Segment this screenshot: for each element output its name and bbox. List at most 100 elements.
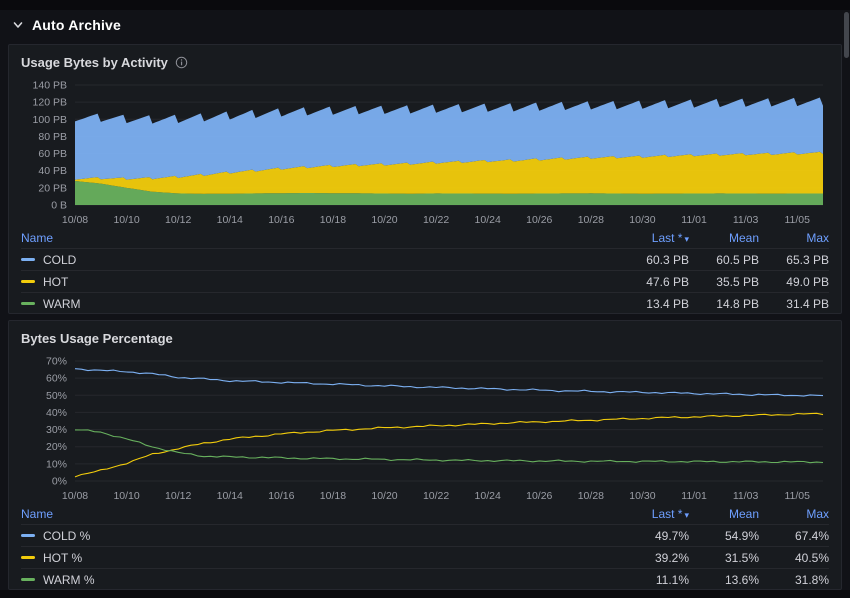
panel-bytes-usage-percentage: Bytes Usage Percentage 0% 10% 20% 30% 40% 50%… bbox=[8, 320, 842, 590]
y-axis-tick-label: 50% bbox=[46, 390, 67, 402]
y-axis-tick-label: 0 B bbox=[51, 200, 67, 212]
last-value: 47.6 PB bbox=[646, 274, 689, 289]
column-header-last-sorted[interactable]: Last * ▾ bbox=[597, 507, 689, 521]
line-series-cold- bbox=[74, 368, 824, 397]
last-value: 49.7% bbox=[654, 528, 689, 543]
legend-row-warm[interactable]: WARM 13.4 PB 14.8 PB 31.4 PB bbox=[21, 292, 829, 314]
x-axis-tick-label: 10/18 bbox=[320, 214, 346, 226]
mean-value: 60.5 PB bbox=[716, 252, 759, 267]
column-header-name[interactable]: Name bbox=[21, 507, 597, 521]
panel-title[interactable]: Bytes Usage Percentage bbox=[21, 331, 173, 346]
mean-value: 54.9% bbox=[724, 528, 759, 543]
column-header-mean[interactable]: Mean bbox=[689, 507, 759, 521]
x-axis-tick-label: 10/14 bbox=[217, 214, 243, 226]
chevron-down-icon bbox=[13, 22, 23, 28]
series-name-cell: HOT bbox=[21, 275, 597, 289]
top-letterbox bbox=[0, 0, 850, 10]
panel-title[interactable]: Usage Bytes by Activity bbox=[21, 55, 168, 70]
series-color-marker bbox=[21, 578, 35, 581]
x-axis-tick-label: 10/18 bbox=[320, 490, 346, 502]
y-axis-tick-label: 140 PB bbox=[33, 80, 67, 92]
legend-row-hot-[interactable]: HOT % 39.2% 31.5% 40.5% bbox=[21, 546, 829, 568]
section-header-auto-archive[interactable]: Auto Archive bbox=[12, 12, 121, 38]
y-axis-tick-label: 60% bbox=[46, 373, 67, 385]
x-axis-tick-label: 10/28 bbox=[578, 490, 604, 502]
last-value: 39.2% bbox=[654, 550, 689, 565]
panel-header: Usage Bytes by Activity bbox=[21, 45, 829, 77]
max-value: 67.4% bbox=[794, 528, 829, 543]
series-name-label: WARM % bbox=[43, 572, 95, 587]
series-name-label: HOT % bbox=[43, 550, 83, 565]
series-name-label: COLD bbox=[43, 252, 77, 267]
y-axis-tick-label: 80 PB bbox=[38, 131, 67, 143]
series-name-cell: COLD % bbox=[21, 529, 597, 543]
y-axis-tick-label: 70% bbox=[46, 356, 67, 368]
x-axis-tick-label: 10/08 bbox=[62, 490, 88, 502]
bottom-letterbox bbox=[0, 590, 850, 598]
x-axis-tick-label: 10/10 bbox=[113, 490, 139, 502]
x-axis-tick-label: 10/24 bbox=[475, 214, 501, 226]
series-color-marker bbox=[21, 258, 35, 261]
mean-value: 13.6% bbox=[724, 572, 759, 587]
y-axis-tick-label: 100 PB bbox=[33, 114, 67, 126]
x-axis-tick-label: 10/12 bbox=[165, 490, 191, 502]
max-value: 31.4 PB bbox=[786, 296, 829, 311]
legend-table-percentage: Name Last * ▾ Mean Max COLD % 49.7% 54.9% 67.4% H… bbox=[21, 503, 829, 590]
x-axis-tick-label: 10/22 bbox=[423, 214, 449, 226]
legend-row-warm-[interactable]: WARM % 11.1% 13.6% 31.8% bbox=[21, 568, 829, 590]
max-value: 49.0 PB bbox=[786, 274, 829, 289]
percentage-line-chart[interactable]: 0% 10% 20% 30% 40% 50% 60% 70% 10/08 10/10 10/12 10… bbox=[21, 353, 829, 503]
x-axis-tick-label: 11/01 bbox=[681, 214, 707, 226]
max-value: 40.5% bbox=[794, 550, 829, 565]
x-axis-tick-label: 10/12 bbox=[165, 214, 191, 226]
mean-value: 31.5% bbox=[724, 550, 759, 565]
y-axis-tick-label: 40% bbox=[46, 407, 67, 419]
mean-value: 35.5 PB bbox=[716, 274, 759, 289]
y-axis-tick-label: 0% bbox=[52, 476, 67, 488]
section-title: Auto Archive bbox=[32, 17, 122, 33]
x-axis-tick-label: 10/26 bbox=[526, 490, 552, 502]
legend-header-row: Name Last * ▾ Mean Max bbox=[21, 503, 829, 524]
series-name-cell: WARM % bbox=[21, 573, 597, 587]
info-icon[interactable] bbox=[175, 56, 188, 69]
legend-row-cold[interactable]: COLD 60.3 PB 60.5 PB 65.3 PB bbox=[21, 248, 829, 270]
series-name-cell: COLD bbox=[21, 253, 597, 267]
y-axis-tick-label: 30% bbox=[46, 424, 67, 436]
legend-header-row: Name Last * ▾ Mean Max bbox=[21, 227, 829, 248]
legend-row-cold-[interactable]: COLD % 49.7% 54.9% 67.4% bbox=[21, 524, 829, 546]
x-axis-tick-label: 10/28 bbox=[578, 214, 604, 226]
series-color-marker bbox=[21, 280, 35, 283]
y-axis-tick-label: 10% bbox=[46, 458, 67, 470]
series-name-cell: WARM bbox=[21, 297, 597, 311]
column-header-mean[interactable]: Mean bbox=[689, 231, 759, 245]
series-name-label: COLD % bbox=[43, 528, 91, 543]
series-color-marker bbox=[21, 302, 35, 305]
x-axis-tick-label: 10/16 bbox=[268, 490, 294, 502]
x-axis-tick-label: 10/08 bbox=[62, 214, 88, 226]
scrollbar-thumb[interactable] bbox=[844, 12, 849, 58]
column-header-name[interactable]: Name bbox=[21, 231, 597, 245]
column-header-last-sorted[interactable]: Last * ▾ bbox=[597, 231, 689, 245]
last-value: 13.4 PB bbox=[646, 296, 689, 311]
y-axis-tick-label: 40 PB bbox=[38, 165, 67, 177]
column-header-max[interactable]: Max bbox=[759, 231, 829, 245]
stacked-area-chart[interactable]: 0 B 20 PB 40 PB 60 PB 80 PB 100 PB 120 PB 140 P… bbox=[21, 77, 829, 227]
mean-value: 14.8 PB bbox=[716, 296, 759, 311]
legend-row-hot[interactable]: HOT 47.6 PB 35.5 PB 49.0 PB bbox=[21, 270, 829, 292]
x-axis-tick-label: 10/14 bbox=[217, 490, 243, 502]
legend-table-bytes: Name Last * ▾ Mean Max COLD 60.3 PB 60.5 PB 65.3… bbox=[21, 227, 829, 314]
series-name-label: WARM bbox=[43, 296, 81, 311]
y-axis-tick-label: 20 PB bbox=[38, 182, 67, 194]
y-axis-tick-label: 60 PB bbox=[38, 148, 67, 160]
x-axis-tick-label: 11/03 bbox=[733, 214, 759, 226]
y-axis-tick-label: 120 PB bbox=[33, 97, 67, 109]
x-axis-tick-label: 10/30 bbox=[629, 214, 655, 226]
x-axis-tick-label: 10/26 bbox=[526, 214, 552, 226]
x-axis-tick-label: 10/24 bbox=[475, 490, 501, 502]
series-name-cell: HOT % bbox=[21, 551, 597, 565]
column-header-max[interactable]: Max bbox=[759, 507, 829, 521]
panel-usage-bytes-by-activity: Usage Bytes by Activity 0 B 20 PB 40 PB 60 … bbox=[8, 44, 842, 314]
x-axis-tick-label: 10/22 bbox=[423, 490, 449, 502]
last-value: 60.3 PB bbox=[646, 252, 689, 267]
series-name-label: HOT bbox=[43, 274, 69, 289]
